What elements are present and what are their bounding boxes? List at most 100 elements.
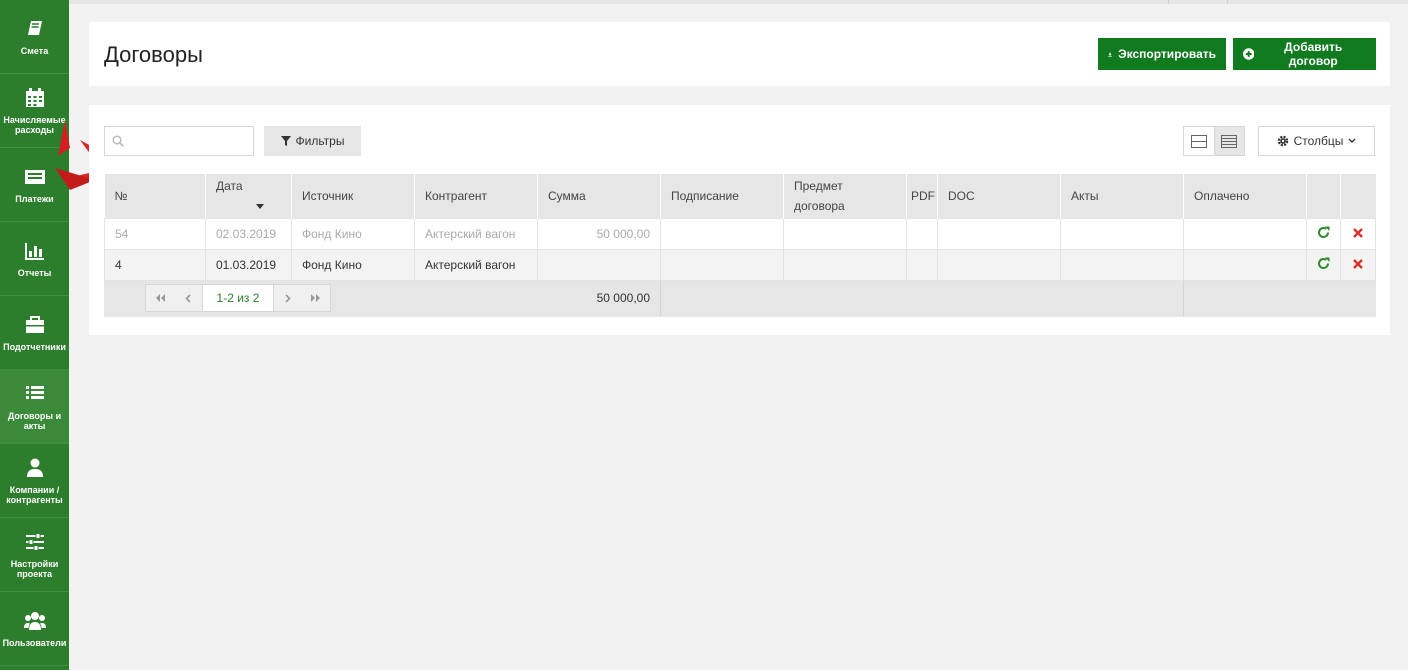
cell-signing	[660, 248, 784, 281]
sidebar-item-accountables[interactable]: Подотчетники	[0, 296, 69, 370]
column-header-number[interactable]: №	[104, 174, 206, 218]
column-header-refresh	[1306, 174, 1341, 218]
page-info: 1-2 из 2	[202, 285, 274, 311]
export-button-label: Экспортировать	[1118, 47, 1216, 61]
plus-circle-icon	[1243, 48, 1255, 60]
filters-button[interactable]: Фильтры	[264, 126, 361, 156]
cell-doc	[937, 217, 1061, 250]
export-button[interactable]: Экспортировать	[1098, 38, 1226, 70]
cell-counterparty: Актерский вагон	[414, 248, 538, 281]
chevron-right-icon	[285, 293, 291, 303]
cell-subject	[783, 248, 907, 281]
refresh-button[interactable]	[1306, 248, 1341, 281]
sidebar-item-label: Подотчетники	[3, 341, 66, 352]
columns-button[interactable]: Столбцы	[1258, 126, 1375, 156]
footer-empty-acts	[1060, 279, 1184, 317]
cell-date: 02.03.2019	[205, 217, 292, 250]
cell-acts	[1060, 217, 1184, 250]
column-header-subject[interactable]: Предмет договора	[783, 174, 907, 218]
sidebar-item-reports[interactable]: Отчеты	[0, 222, 69, 296]
cell-pdf	[906, 217, 938, 250]
briefcase-icon	[24, 314, 46, 336]
cell-source: Фонд Кино	[291, 217, 415, 250]
add-contract-button-label: Добавить договор	[1284, 40, 1343, 68]
search-input[interactable]	[127, 131, 247, 151]
download-icon	[1108, 51, 1113, 57]
cell-number: 4	[104, 248, 206, 281]
sidebar-item-estimate[interactable]: Смета	[0, 0, 69, 74]
double-chevron-right-icon	[311, 294, 320, 302]
column-header-date[interactable]: Дата	[205, 174, 292, 218]
search-box[interactable]	[104, 126, 254, 156]
filters-button-label: Фильтры	[295, 134, 345, 148]
sidebar-item-project-settings[interactable]: Настройки проекта	[0, 518, 69, 592]
cell-paid	[1183, 248, 1307, 281]
column-header-source[interactable]: Источник	[291, 174, 415, 218]
calendar-icon	[24, 87, 46, 109]
column-header-pdf[interactable]: PDF	[906, 174, 938, 218]
delete-button[interactable]	[1340, 217, 1376, 250]
view-toggle	[1183, 126, 1245, 156]
sidebar: Смета Начисляемые расходы Платежи Отчеты…	[0, 0, 69, 670]
next-page-button[interactable]	[274, 285, 302, 311]
table-row[interactable]: 4 01.03.2019 Фонд Кино Актерский вагон	[104, 248, 1376, 281]
filter-icon	[280, 136, 291, 146]
double-chevron-left-icon	[156, 294, 165, 302]
column-header-signing[interactable]: Подписание	[660, 174, 784, 218]
column-header-doc[interactable]: DOC	[937, 174, 1061, 218]
prev-page-button[interactable]	[174, 285, 202, 311]
column-header-delete	[1340, 174, 1376, 218]
user-icon	[24, 457, 46, 479]
columns-button-label: Столбцы	[1293, 134, 1344, 148]
column-header-paid[interactable]: Оплачено	[1183, 174, 1307, 218]
column-header-acts[interactable]: Акты	[1060, 174, 1184, 218]
list-icon	[24, 383, 46, 405]
contracts-panel: Фильтры Столбцы № Дата Источник Контраге…	[89, 105, 1390, 335]
users-icon	[23, 610, 46, 632]
page-title: Договоры	[104, 42, 203, 67]
search-icon	[112, 135, 124, 147]
compact-view-button[interactable]	[1184, 127, 1214, 155]
sort-desc-icon	[256, 204, 264, 210]
cell-number: 54	[104, 217, 206, 250]
sidebar-item-label: Договоры и акты	[7, 410, 62, 431]
sidebar-item-users[interactable]: Пользователи	[0, 592, 69, 666]
add-contract-button[interactable]: Добавить договор	[1233, 38, 1376, 70]
table-row[interactable]: 54 02.03.2019 Фонд Кино Актерский вагон …	[104, 217, 1376, 250]
column-header-counterparty[interactable]: Контрагент	[414, 174, 538, 218]
last-page-button[interactable]	[302, 285, 330, 311]
close-icon	[1353, 227, 1363, 238]
refresh-button[interactable]	[1306, 217, 1341, 250]
footer-empty	[660, 279, 1061, 317]
chevron-down-icon	[1348, 138, 1356, 143]
column-header-sum[interactable]: Сумма	[537, 174, 661, 218]
sidebar-item-label: Компании / контрагенты	[6, 484, 63, 505]
refresh-icon	[1318, 226, 1330, 238]
column-header-date-label: Дата	[216, 178, 243, 193]
sidebar-item-label: Пользователи	[2, 637, 67, 648]
cell-doc	[937, 248, 1061, 281]
refresh-icon	[1318, 257, 1330, 269]
sidebar-item-label: Смета	[20, 45, 49, 56]
chevron-left-icon	[185, 293, 191, 303]
expanded-view-button[interactable]	[1213, 127, 1244, 155]
header-panel: Договоры Экспортировать Добавить договор	[89, 22, 1390, 86]
table-footer-row: 1-2 из 2 50 000,00	[104, 279, 1376, 317]
cell-counterparty: Актерский вагон	[414, 217, 538, 250]
contracts-table: № Дата Источник Контрагент Сумма Подписа…	[104, 174, 1376, 317]
first-page-button[interactable]	[146, 285, 174, 311]
close-icon	[1353, 258, 1363, 269]
cell-sum	[537, 248, 661, 281]
cell-subject	[783, 217, 907, 250]
delete-button[interactable]	[1340, 248, 1376, 281]
book-icon	[24, 18, 46, 40]
cell-paid	[1183, 217, 1307, 250]
sidebar-item-contracts[interactable]: Договоры и акты	[0, 370, 69, 444]
pager-cell: 1-2 из 2	[104, 279, 538, 317]
top-strip	[69, 0, 1408, 4]
cell-source: Фонд Кино	[291, 248, 415, 281]
sidebar-item-companies[interactable]: Компании / контрагенты	[0, 444, 69, 518]
pagination: 1-2 из 2	[145, 284, 331, 312]
table-header-row: № Дата Источник Контрагент Сумма Подписа…	[104, 174, 1376, 218]
cell-pdf	[906, 248, 938, 281]
